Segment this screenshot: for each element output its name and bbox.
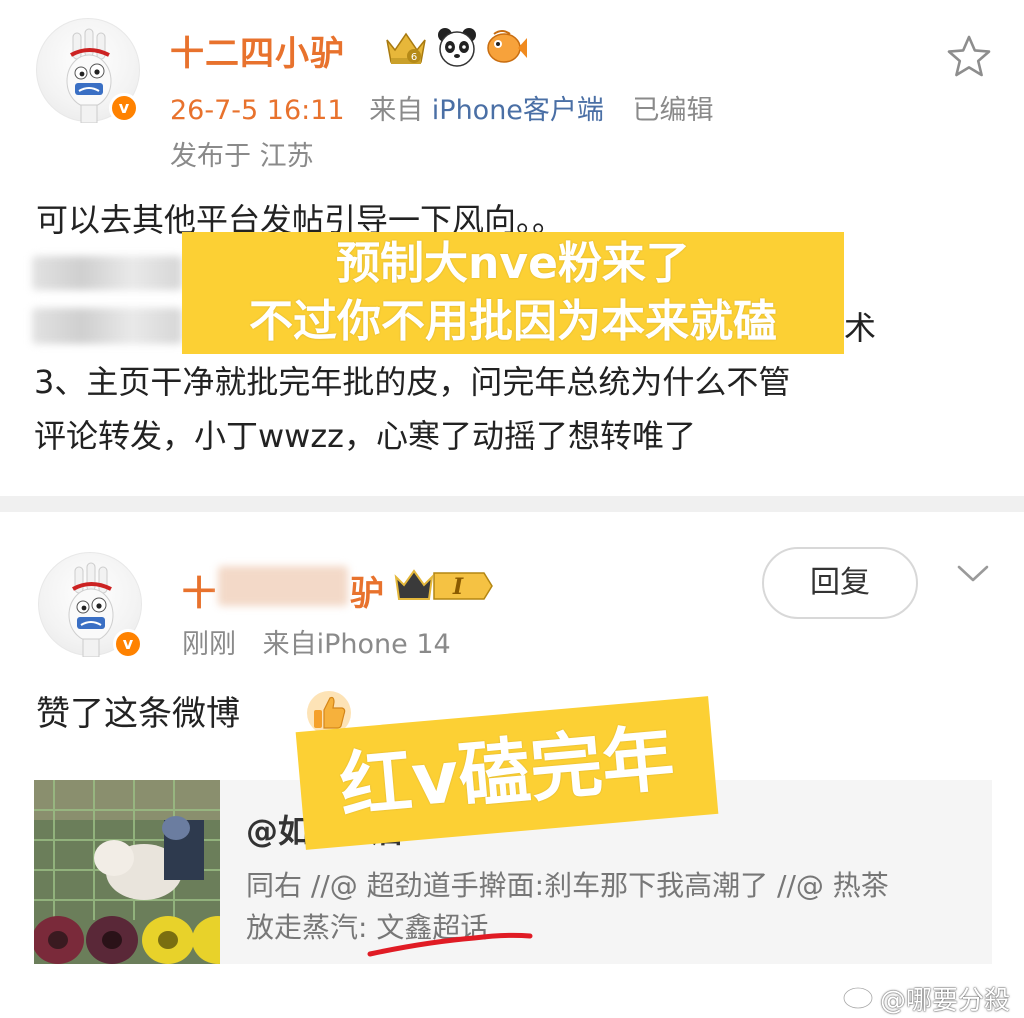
comment-body: 赞了这条微博 bbox=[36, 694, 240, 734]
red-underline-mark bbox=[366, 928, 536, 966]
weibo-logo-icon bbox=[842, 980, 878, 1014]
censored-line-2 bbox=[32, 256, 182, 290]
quote-line2-start: 放走蒸汽: bbox=[246, 911, 377, 944]
reply-button[interactable]: 回复 bbox=[762, 547, 918, 619]
svg-text:6: 6 bbox=[411, 52, 417, 63]
post-text-line-2-end: 术 bbox=[844, 309, 877, 347]
caption-overlay-top: 预制大nve粉来了 不过你不用批因为本来就磕 bbox=[182, 232, 844, 354]
comment-avatar[interactable]: v bbox=[38, 552, 143, 659]
favorite-star-icon[interactable] bbox=[946, 34, 992, 82]
comment-meta: 刚刚 来自iPhone 14 bbox=[182, 622, 451, 661]
censored-line-3 bbox=[32, 308, 182, 344]
level-text: I bbox=[452, 574, 464, 600]
comment-time: 刚刚 bbox=[182, 629, 236, 660]
comment-username-start[interactable]: 十 bbox=[182, 566, 217, 615]
post-time: 26-7-5 16:11 bbox=[170, 95, 345, 126]
comment-username-end[interactable]: 驴 bbox=[350, 566, 385, 615]
chevron-down-icon[interactable] bbox=[956, 562, 990, 590]
post-source[interactable]: iPhone客户端 bbox=[432, 95, 604, 126]
card-separator bbox=[0, 496, 1024, 512]
fish-badge-icon bbox=[484, 26, 528, 72]
comment-source: 来自iPhone 14 bbox=[262, 629, 451, 660]
post-source-prefix: 来自 bbox=[369, 95, 424, 126]
post-edited[interactable]: 已编辑 bbox=[633, 95, 714, 126]
panda-badge-icon bbox=[436, 26, 478, 72]
crown-badge-icon: I bbox=[394, 567, 494, 609]
post-location: 发布于 江苏 bbox=[170, 141, 314, 172]
quoted-weibo-line-1: 同右 //@ 超劲道手擀面:刹车那下我高潮了 //@ 热茶 bbox=[246, 869, 889, 902]
post-avatar[interactable]: v bbox=[36, 18, 140, 123]
verified-badge: v bbox=[109, 93, 139, 123]
post-meta: 26-7-5 16:11 来自 iPhone客户端 已编辑 bbox=[170, 88, 714, 127]
verified-badge: v bbox=[113, 629, 143, 659]
watermark-text: @哪要分殺 bbox=[880, 986, 1011, 1016]
quote-title-prefix: @ bbox=[246, 812, 278, 850]
crown-badge-icon: 6 bbox=[383, 28, 429, 72]
caption-top-line-2: 不过你不用批因为本来就磕 bbox=[249, 296, 777, 347]
post-text-line-3: 3、主页干净就批完年批的皮，问完年总统为什么不管 bbox=[34, 363, 791, 401]
censored-username bbox=[218, 566, 348, 606]
quoted-weibo-thumbnail bbox=[34, 780, 220, 964]
caption-top-line-1: 预制大nve粉来了 bbox=[336, 238, 690, 289]
post-text-line-4: 评论转发，小丁wwzz，心寒了动摇了想转唯了 bbox=[34, 417, 696, 455]
post-username[interactable]: 十二四小驴 bbox=[170, 26, 345, 75]
